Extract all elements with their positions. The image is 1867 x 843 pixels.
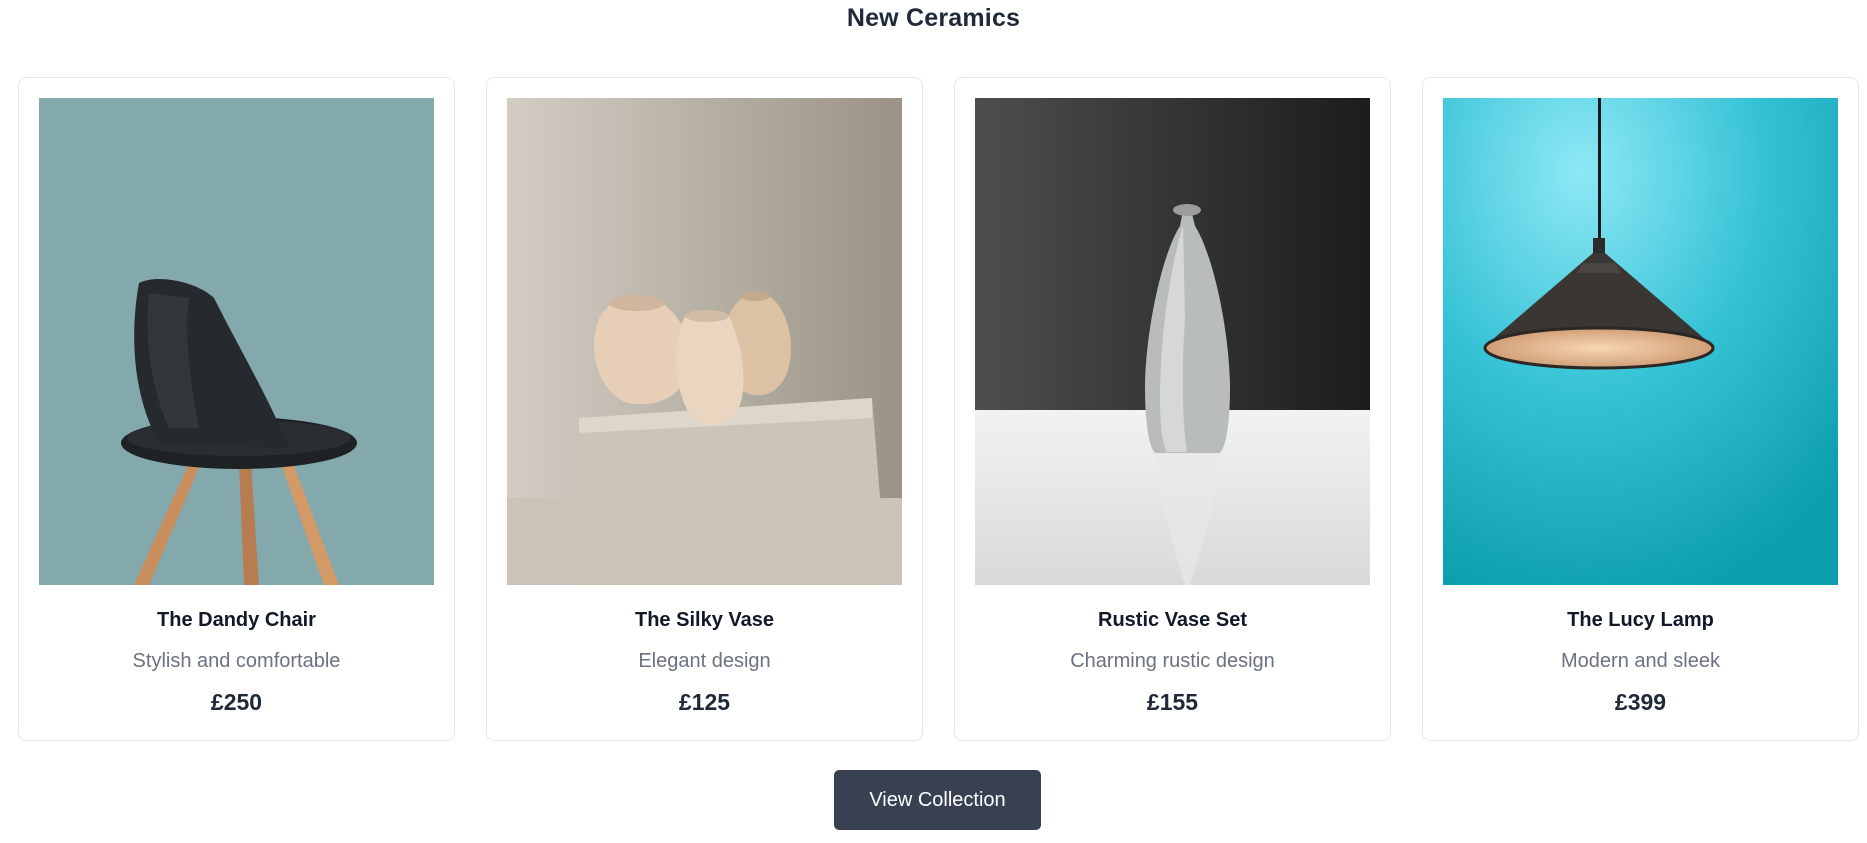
- product-name[interactable]: Rustic Vase Set: [955, 609, 1390, 632]
- section-title: New Ceramics: [846, 4, 1021, 32]
- pendant-lamp-illustration: [1443, 98, 1838, 585]
- product-description: Stylish and comfortable: [132, 650, 341, 672]
- product-description: Modern and sleek: [1561, 650, 1720, 672]
- product-card-silky-vase[interactable]: The Silky Vase Elegant design £125: [486, 77, 923, 741]
- product-price: £155: [1146, 689, 1199, 715]
- view-collection-button[interactable]: View Collection: [834, 770, 1041, 830]
- product-description: Charming rustic design: [1070, 650, 1275, 672]
- product-card-rustic-vase-set[interactable]: Rustic Vase Set Charming rustic design £…: [954, 77, 1391, 741]
- new-ceramics-section: New Ceramics The Dandy Chair Stylish and…: [0, 0, 1867, 843]
- product-grid: The Dandy Chair Stylish and comfortable …: [18, 77, 1859, 741]
- product-price: £125: [678, 689, 731, 715]
- product-image-chair[interactable]: [39, 98, 434, 585]
- product-image-vases[interactable]: [507, 98, 902, 585]
- product-card-lucy-lamp[interactable]: The Lucy Lamp Modern and sleek £399: [1422, 77, 1859, 741]
- chair-illustration: [39, 98, 434, 585]
- product-name[interactable]: The Silky Vase: [487, 609, 922, 632]
- product-name[interactable]: The Lucy Lamp: [1423, 609, 1858, 632]
- product-image-bottle-vase[interactable]: [975, 98, 1370, 585]
- bottle-vase-illustration: [975, 98, 1370, 585]
- product-price: £399: [1614, 689, 1667, 715]
- product-image-pendant-lamp[interactable]: [1443, 98, 1838, 585]
- product-description: Elegant design: [638, 650, 771, 672]
- product-card-dandy-chair[interactable]: The Dandy Chair Stylish and comfortable …: [18, 77, 455, 741]
- product-name[interactable]: The Dandy Chair: [19, 609, 454, 632]
- product-price: £250: [210, 689, 263, 715]
- vases-illustration: [507, 98, 902, 585]
